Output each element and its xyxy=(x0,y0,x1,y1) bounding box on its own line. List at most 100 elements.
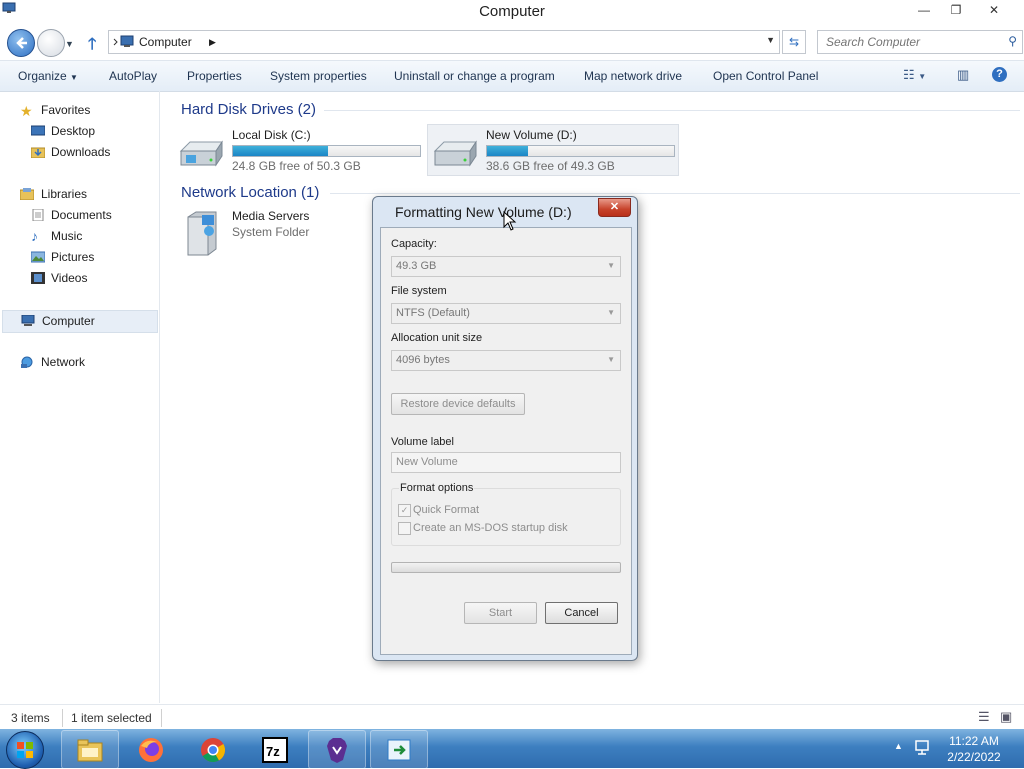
sidebar-item-favorites[interactable]: ★ Favorites xyxy=(0,100,156,121)
large-icons-view-icon[interactable]: ▣ xyxy=(1000,709,1012,725)
start-button-dialog[interactable]: Start xyxy=(464,602,537,624)
help-icon[interactable]: ? xyxy=(992,67,1007,82)
network-tray-icon[interactable] xyxy=(914,739,932,757)
sidebar-item-desktop[interactable]: Desktop xyxy=(0,121,156,142)
minimize-button[interactable]: — xyxy=(908,0,940,20)
breadcrumb[interactable]: Computer xyxy=(139,35,192,49)
7zip-icon: 7z xyxy=(262,737,288,763)
taskbar-explorer[interactable] xyxy=(61,730,119,769)
network-item-media-servers[interactable]: Media Servers System Folder xyxy=(174,209,364,259)
status-bar: 3 items 1 item selected ☰ ▣ xyxy=(0,704,1024,731)
downloads-folder-icon xyxy=(31,147,45,158)
media-server-icon xyxy=(187,211,217,256)
drive-item-c[interactable]: Local Disk (C:) 24.8 GB free of 50.3 GB xyxy=(174,125,424,175)
search-icon[interactable]: ⚲ xyxy=(1008,34,1017,48)
sidebar-item-music[interactable]: ♪ Music xyxy=(0,226,156,247)
sidebar-item-downloads[interactable]: Downloads xyxy=(0,142,156,163)
brave-lion-icon xyxy=(327,738,347,763)
taskbar-7zip[interactable]: 7z xyxy=(246,730,304,769)
open-control-panel-button[interactable]: Open Control Panel xyxy=(713,69,818,83)
recent-pages-icon[interactable]: ▼ xyxy=(65,39,74,49)
svg-text:7z: 7z xyxy=(266,744,280,759)
network-item-name: Media Servers xyxy=(232,209,310,223)
restore-defaults-button[interactable]: Restore device defaults xyxy=(391,393,525,415)
group-divider xyxy=(324,110,1020,111)
sidebar-item-videos[interactable]: Videos xyxy=(0,268,156,289)
up-arrow-icon[interactable]: 🡑 xyxy=(88,33,96,60)
view-options-icon[interactable]: ☷ ▼ xyxy=(903,67,926,83)
search-box[interactable]: ⚲ xyxy=(817,30,1023,54)
details-view-icon[interactable]: ☰ xyxy=(978,709,990,725)
file-explorer-icon xyxy=(77,739,103,762)
group-heading-hard-disk-drives[interactable]: Hard Disk Drives (2) xyxy=(181,101,316,118)
file-system-value: NTFS (Default) xyxy=(396,307,470,319)
sidebar-item-documents[interactable]: Documents xyxy=(0,205,156,226)
dialog-close-button[interactable]: ✕ xyxy=(598,198,631,217)
organize-menu[interactable]: Organize ▼ xyxy=(18,69,78,83)
chrome-icon xyxy=(201,738,226,763)
status-divider xyxy=(62,709,63,727)
back-arrow-icon xyxy=(16,37,27,49)
refresh-button[interactable]: ⇆ xyxy=(782,30,806,54)
taskbar-chrome[interactable] xyxy=(184,730,242,769)
allocation-unit-select[interactable]: 4096 bytes ▼ xyxy=(391,350,621,371)
command-bar: Organize ▼ AutoPlay Properties System pr… xyxy=(0,60,1024,92)
allocation-unit-value: 4096 bytes xyxy=(396,354,450,366)
autoplay-button[interactable]: AutoPlay xyxy=(109,69,157,83)
format-options-group: Format options ✓ Quick Format Create an … xyxy=(391,482,621,546)
volume-label-field[interactable]: New Volume xyxy=(391,452,621,473)
back-button[interactable] xyxy=(7,29,35,57)
window-title: Computer xyxy=(479,3,545,20)
dialog-body: Capacity: 49.3 GB ▼ File system NTFS (De… xyxy=(380,227,632,655)
sidebar-item-libraries[interactable]: Libraries xyxy=(0,184,156,205)
sidebar-item-pictures[interactable]: Pictures xyxy=(0,247,156,268)
group-heading-network-location[interactable]: Network Location (1) xyxy=(181,184,319,201)
msdos-startup-label: Create an MS-DOS startup disk xyxy=(413,522,568,534)
restore-button[interactable]: ❐ xyxy=(940,0,972,20)
drive-item-d[interactable]: New Volume (D:) 38.6 GB free of 49.3 GB xyxy=(427,124,679,176)
libraries-icon xyxy=(20,188,34,200)
hard-drive-icon xyxy=(179,140,223,167)
capacity-select[interactable]: 49.3 GB ▼ xyxy=(391,256,621,277)
cancel-button[interactable]: Cancel xyxy=(545,602,618,624)
quick-format-checkbox[interactable]: ✓ xyxy=(398,504,411,517)
star-icon: ★ xyxy=(20,103,33,119)
desktop-icon xyxy=(31,125,45,136)
file-system-select[interactable]: NTFS (Default) ▼ xyxy=(391,303,621,324)
properties-button[interactable]: Properties xyxy=(187,69,242,83)
drive-usage-bar xyxy=(232,145,421,157)
computer-icon xyxy=(21,315,35,326)
taskbar-brave[interactable] xyxy=(308,730,366,769)
capacity-label: Capacity: xyxy=(391,238,437,250)
close-window-button[interactable]: ✕ xyxy=(972,0,1016,20)
sidebar-item-network[interactable]: Network xyxy=(0,352,156,373)
drive-name: New Volume (D:) xyxy=(486,128,577,142)
taskbar-app[interactable] xyxy=(370,730,428,769)
search-input[interactable] xyxy=(824,34,998,50)
system-properties-button[interactable]: System properties xyxy=(270,69,367,83)
allocation-unit-label: Allocation unit size xyxy=(391,332,483,344)
start-button[interactable] xyxy=(6,731,44,769)
map-network-drive-button[interactable]: Map network drive xyxy=(584,69,682,83)
status-selection: 1 item selected xyxy=(71,711,152,725)
breadcrumb-chevron-icon[interactable]: ▶ xyxy=(209,37,216,48)
address-dropdown-icon[interactable]: ▼ xyxy=(766,35,775,45)
drive-usage-bar xyxy=(486,145,675,157)
uninstall-program-button[interactable]: Uninstall or change a program xyxy=(394,69,555,83)
computer-icon xyxy=(113,35,134,47)
network-item-type: System Folder xyxy=(232,225,310,239)
pictures-icon xyxy=(31,251,45,263)
chevron-down-icon: ▼ xyxy=(70,73,78,82)
drive-usage-fill xyxy=(233,146,329,156)
preview-pane-icon[interactable]: ▥ xyxy=(957,67,969,83)
forward-button[interactable] xyxy=(37,29,65,57)
chevron-down-icon: ▼ xyxy=(607,355,615,364)
clock[interactable]: 11:22 AM 2/22/2022 xyxy=(938,733,1010,765)
show-hidden-icons-icon[interactable]: ▲ xyxy=(894,741,903,751)
taskbar-firefox[interactable] xyxy=(122,730,180,769)
mouse-cursor-icon xyxy=(503,211,517,231)
address-bar[interactable]: Computer ▶ ▼ xyxy=(108,30,780,54)
msdos-startup-checkbox[interactable] xyxy=(398,522,411,535)
sidebar-item-computer[interactable]: Computer xyxy=(2,310,158,333)
clock-date: 2/22/2022 xyxy=(947,750,1001,764)
